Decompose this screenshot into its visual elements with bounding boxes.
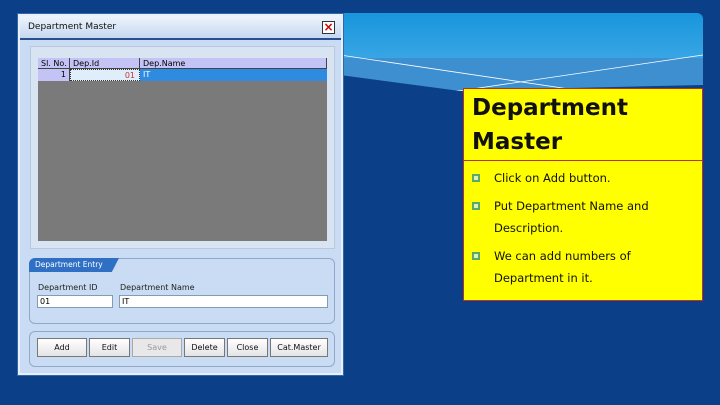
checkbox-bullet-icon <box>472 174 480 182</box>
header-banner <box>340 13 703 91</box>
cat-master-button[interactable]: Cat.Master <box>270 338 328 357</box>
slide-title: Department Master <box>463 88 703 161</box>
bullet-item: We can add numbers of Department in it. <box>472 245 702 289</box>
column-header[interactable]: Dep.Id <box>70 58 140 68</box>
grid-panel: Sl. No. Dep.Id Dep.Name 1 01 IT <box>30 46 335 249</box>
add-button[interactable]: Add <box>37 338 87 357</box>
close-button[interactable]: Close <box>227 338 268 357</box>
column-header[interactable]: Dep.Name <box>140 58 327 68</box>
bullet-item: Put Department Name and Description. <box>472 195 702 239</box>
column-header[interactable]: Sl. No. <box>38 58 70 68</box>
window-title: Department Master <box>20 16 341 40</box>
checkbox-bullet-icon <box>472 252 480 260</box>
close-icon[interactable]: × <box>322 21 335 34</box>
department-grid[interactable]: Sl. No. Dep.Id Dep.Name 1 01 IT <box>38 58 327 241</box>
cell-dep-id[interactable]: 01 <box>70 69 140 81</box>
department-id-input[interactable]: 01 <box>37 295 113 308</box>
department-name-input[interactable]: IT <box>119 295 328 308</box>
department-entry-group: Department Entry Department ID Departmen… <box>29 258 335 324</box>
edit-button[interactable]: Edit <box>89 338 130 357</box>
cell-dep-name[interactable]: IT <box>140 69 327 81</box>
instructions-panel: Click on Add button. Put Department Name… <box>463 160 703 301</box>
group-title: Department Entry <box>29 258 119 272</box>
checkbox-bullet-icon <box>472 202 480 210</box>
grid-header: Sl. No. Dep.Id Dep.Name <box>38 58 327 69</box>
cell-sl-no[interactable]: 1 <box>38 69 70 81</box>
department-master-window: Department Master × Sl. No. Dep.Id Dep.N… <box>17 13 344 376</box>
bullet-item: Click on Add button. <box>472 167 702 189</box>
save-button[interactable]: Save <box>132 338 182 357</box>
department-id-label: Department ID <box>38 283 98 292</box>
button-group: Add Edit Save Delete Close Cat.Master <box>29 331 335 367</box>
delete-button[interactable]: Delete <box>184 338 225 357</box>
department-name-label: Department Name <box>120 283 195 292</box>
table-row[interactable]: 1 01 IT <box>38 69 327 81</box>
